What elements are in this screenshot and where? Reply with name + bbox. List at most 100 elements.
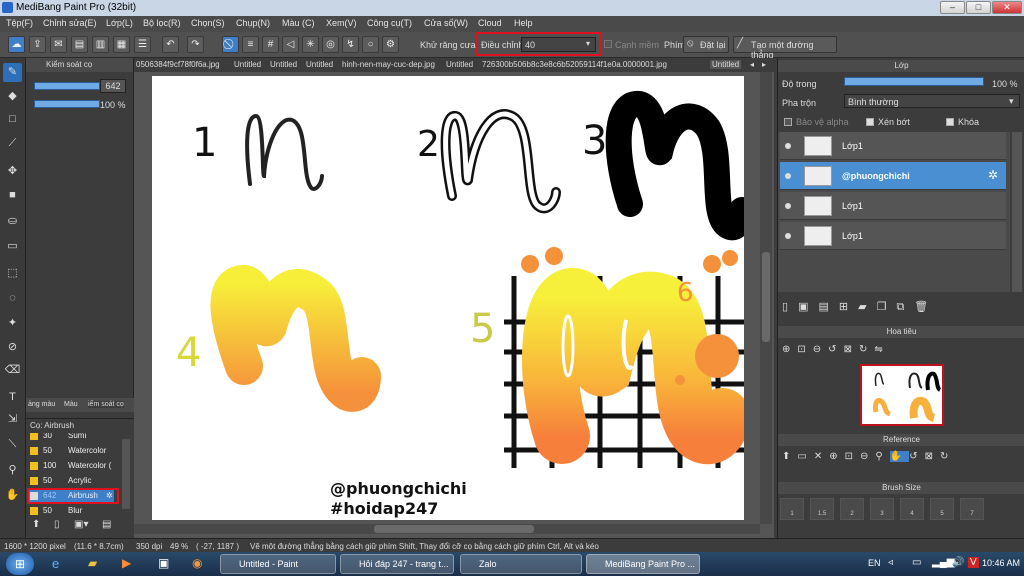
fill-rect-tool-icon[interactable]: ■ [3, 186, 22, 205]
scroll-thumb[interactable] [762, 252, 770, 342]
rotate-right-icon[interactable]: ↻ [859, 344, 874, 355]
blend-select[interactable]: Bình thường ▾ [844, 94, 1020, 108]
gradient-tool-icon[interactable]: ▭ [3, 237, 22, 256]
media-player-icon[interactable]: ▶ [122, 556, 131, 570]
doc-tab[interactable]: hinh-nen-may-cuc-dep.jpg [342, 60, 435, 69]
eye-icon[interactable] [785, 233, 791, 239]
gear-icon[interactable]: ✲ [988, 168, 998, 182]
add-brush-icon[interactable]: ⬆ [32, 519, 40, 530]
menu-capture[interactable]: Chụp(N) [236, 18, 270, 28]
brush-size-cell[interactable]: 1 [780, 498, 804, 520]
doc-tab[interactable]: Untitled [446, 60, 473, 69]
duplicate-layer-icon[interactable]: ❐ [877, 301, 897, 313]
list-item[interactable]: 50 Watercolor [28, 444, 114, 458]
list-item[interactable]: 100 Watercolor ( [28, 459, 114, 473]
rotate-left-icon[interactable]: ↺ [828, 344, 843, 355]
layer-row-selected[interactable]: @phuongchichi ✲ [780, 162, 1006, 190]
volume-icon[interactable]: 🔊 [952, 557, 964, 568]
merge-layer-icon[interactable]: ⧉ [896, 301, 914, 313]
comment-icon[interactable]: ✉ [50, 36, 67, 53]
layer-row[interactable]: Lớp1 [780, 192, 1006, 220]
minimize-button[interactable]: ‒ [940, 1, 965, 14]
app-icon[interactable]: ▣ [158, 556, 169, 570]
new-halftone-layer-icon[interactable]: ▣ [798, 301, 818, 313]
zoom-in-icon[interactable]: ⊕ [782, 344, 797, 355]
layer-row[interactable]: Lớp1 [780, 132, 1006, 160]
hand-tool-icon[interactable]: ✋ [3, 486, 22, 505]
folder-icon[interactable]: ▰ [858, 301, 876, 313]
eye-icon[interactable] [785, 203, 791, 209]
close-button[interactable]: ✕ [992, 1, 1022, 14]
snap-curve-icon[interactable]: ↯ [342, 36, 359, 53]
magic-wand-icon[interactable]: ✦ [3, 314, 22, 333]
flip-icon[interactable]: ⇋ [874, 344, 889, 355]
snap-vanish-icon[interactable]: ◁ [282, 36, 299, 53]
tab-palette[interactable]: ảng màu [28, 401, 55, 408]
reset-view-icon[interactable]: ⊠ [844, 344, 859, 355]
task-paint[interactable]: Untitled - Paint [220, 554, 336, 574]
task-medibang[interactable]: MediBang Paint Pro ... [586, 554, 700, 574]
brush-size-cell[interactable]: 1.5 [810, 498, 834, 520]
scroll-thumb[interactable] [374, 525, 534, 533]
rotate-right-icon[interactable]: ↻ [940, 451, 955, 462]
lock-checkbox[interactable] [946, 118, 954, 126]
shape-tool-icon[interactable]: □ [3, 110, 22, 129]
zoom-out-icon[interactable]: ⊖ [860, 451, 875, 462]
select-rect-icon[interactable]: ⬚ [3, 264, 22, 283]
redo-icon[interactable]: ↷ [187, 36, 204, 53]
clock[interactable]: 10:46 AM [982, 558, 1020, 568]
snap-off-icon[interactable]: ⃠ [222, 36, 239, 53]
soft-edge-checkbox[interactable] [604, 40, 612, 48]
brush-size-cell[interactable]: 5 [930, 498, 954, 520]
move-tool-icon[interactable]: ✥ [3, 162, 22, 181]
snap-circle-icon[interactable]: ◎ [322, 36, 339, 53]
reset-view-icon[interactable]: ⊠ [925, 451, 940, 462]
tab-color[interactable]: Màu [64, 401, 78, 408]
task-browser[interactable]: Hỏi đáp 247 - trang t... [340, 554, 454, 574]
tray-icon[interactable]: ◃ [888, 557, 893, 568]
grid-settings-icon[interactable]: ▦ [113, 36, 130, 53]
snap-parallel-icon[interactable]: ≡ [242, 36, 259, 53]
protect-alpha-checkbox[interactable] [784, 118, 792, 126]
new-8bit-layer-icon[interactable]: ▤ [818, 301, 838, 313]
menu-help[interactable]: Help [514, 18, 533, 28]
divide-tool-icon[interactable]: ⟍ [3, 435, 22, 454]
unikey-icon[interactable]: V [968, 557, 979, 568]
snap-radial-icon[interactable]: ✳ [302, 36, 319, 53]
snap-ellipse-icon[interactable]: ○ [362, 36, 379, 53]
brush-size-cell[interactable]: 7 [960, 498, 984, 520]
open-file-icon[interactable]: ▭ [797, 451, 813, 462]
brush-file-icon[interactable]: ▤ [102, 519, 111, 530]
menu-select[interactable]: Chọn(S) [191, 18, 225, 28]
eraser-tool-icon[interactable]: ◆ [3, 87, 22, 106]
menu-view[interactable]: Xem(V) [326, 18, 357, 28]
chrome-icon[interactable]: ◉ [192, 556, 202, 570]
hand-icon[interactable]: ✋ [889, 451, 910, 462]
page-icon[interactable]: ▥ [92, 36, 109, 53]
task-zalo[interactable]: Zalo [460, 554, 582, 574]
fit-icon[interactable]: ⊡ [797, 344, 812, 355]
lasso-icon[interactable]: ◌ [3, 289, 22, 308]
menu-file[interactable]: Tệp(F) [6, 18, 33, 28]
menu-color[interactable]: Màu (C) [282, 18, 315, 28]
undo-icon[interactable]: ↶ [162, 36, 179, 53]
folder-icon[interactable]: ▰ [88, 556, 97, 570]
select-eraser-icon[interactable]: ⌫ [3, 361, 22, 380]
new-layer-icon[interactable]: ▯ [782, 301, 798, 313]
brush-menu-icon[interactable]: ▣▾ [74, 519, 88, 530]
straight-line-button[interactable]: ╱ Tạo một đường thẳng [733, 36, 837, 60]
clip-checkbox[interactable] [866, 118, 874, 126]
menu-filter[interactable]: Bộ lọc(R) [143, 18, 181, 28]
cloud-upload-icon[interactable]: ⬆ [782, 451, 797, 462]
drawing-canvas[interactable]: 1 2 3 4 5 6 @phuongchichi #hoidap247 [152, 76, 744, 520]
menu-edit[interactable]: Chỉnh sửa(E) [43, 18, 97, 28]
battery-icon[interactable]: ▭ [912, 557, 921, 568]
doc-tab[interactable]: 726300b506b8c3e8c6b52059114f1e0a.0000001… [482, 60, 667, 69]
brush-size-cell[interactable]: 4 [900, 498, 924, 520]
language-indicator[interactable]: EN [868, 558, 881, 568]
doc-tab[interactable]: Untitled [270, 60, 297, 69]
new-brush-icon[interactable]: ▯ [54, 519, 60, 530]
list-icon[interactable]: ☰ [134, 36, 151, 53]
list-item[interactable]: 50 Blur [28, 504, 114, 515]
zoom-out-icon[interactable]: ⊖ [813, 344, 828, 355]
